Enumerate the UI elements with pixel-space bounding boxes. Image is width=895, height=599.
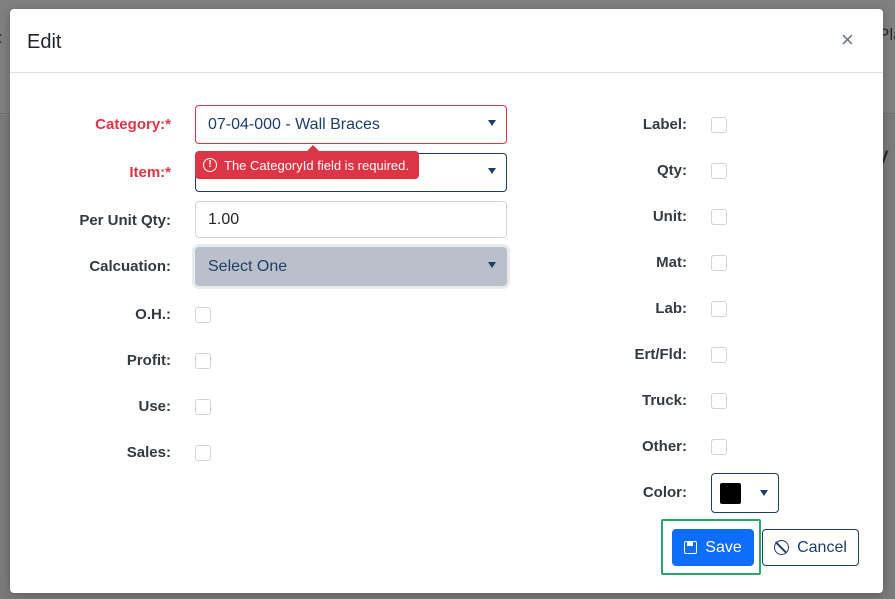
unit-checkbox[interactable] xyxy=(711,209,727,225)
validation-message: The CategoryId field is required. xyxy=(224,157,409,173)
oh-checkbox[interactable] xyxy=(195,307,211,323)
ert-fld-checkbox[interactable] xyxy=(711,347,727,363)
save-button-label: Save xyxy=(705,538,742,556)
chevron-down-icon xyxy=(488,262,496,268)
sales-checkbox[interactable] xyxy=(195,445,211,461)
modal-header: Edit × xyxy=(10,9,883,73)
other-label: Other: xyxy=(642,438,687,455)
per-unit-qty-input[interactable]: 1.00 xyxy=(195,201,507,238)
sales-label: Sales: xyxy=(126,444,171,461)
use-label: Use: xyxy=(138,398,171,415)
oh-label: O.H.: xyxy=(135,306,171,323)
item-label: Item:* xyxy=(129,164,171,181)
mat-checkbox[interactable] xyxy=(711,255,727,271)
calculation-label: Calcuation: xyxy=(89,258,171,275)
category-select[interactable]: 07-04-000 - Wall Braces xyxy=(195,105,507,144)
validation-tooltip: ! The CategoryId field is required. xyxy=(195,145,419,179)
cancel-button[interactable]: Cancel xyxy=(762,529,859,566)
lab-checkbox[interactable] xyxy=(711,301,727,317)
edit-modal: Edit × Category:* 07-04-000 - Wall Brace… xyxy=(10,9,883,593)
chevron-down-icon xyxy=(760,490,768,496)
per-unit-qty-label: Per Unit Qty: xyxy=(79,212,171,229)
exclamation-circle-icon: ! xyxy=(203,158,217,172)
ban-icon xyxy=(774,540,790,555)
profit-label: Profit: xyxy=(126,352,171,369)
modal-title: Edit xyxy=(27,31,62,53)
qty-checkbox[interactable] xyxy=(711,163,727,179)
calculation-select[interactable]: Select One xyxy=(195,247,507,286)
use-checkbox[interactable] xyxy=(195,399,211,415)
floppy-disk-icon xyxy=(684,541,698,554)
qty-label: Qty: xyxy=(657,162,687,179)
mat-label: Mat: xyxy=(656,254,687,271)
category-label: Category:* xyxy=(95,116,171,133)
label-checkbox[interactable] xyxy=(711,117,727,133)
ert-fld-label: Ert/Fld: xyxy=(634,346,688,363)
color-swatch xyxy=(720,483,741,504)
truck-label: Truck: xyxy=(641,392,687,409)
save-button[interactable]: Save xyxy=(672,529,754,566)
close-icon[interactable]: × xyxy=(841,29,854,51)
color-label: Color: xyxy=(642,484,687,501)
profit-checkbox[interactable] xyxy=(195,353,211,369)
chevron-down-icon xyxy=(488,168,496,174)
lab-label: Lab: xyxy=(655,300,687,317)
unit-label: Unit: xyxy=(652,208,687,225)
other-checkbox[interactable] xyxy=(711,439,727,455)
cancel-button-label: Cancel xyxy=(797,538,847,556)
background-text-fragment: : xyxy=(0,28,3,48)
chevron-down-icon xyxy=(488,120,496,126)
category-select-value: 07-04-000 - Wall Braces xyxy=(208,116,380,133)
color-picker[interactable] xyxy=(711,473,779,513)
calculation-select-value: Select One xyxy=(208,258,288,275)
truck-checkbox[interactable] xyxy=(711,393,727,409)
per-unit-qty-value: 1.00 xyxy=(208,211,240,228)
label-label: Label: xyxy=(642,116,687,133)
